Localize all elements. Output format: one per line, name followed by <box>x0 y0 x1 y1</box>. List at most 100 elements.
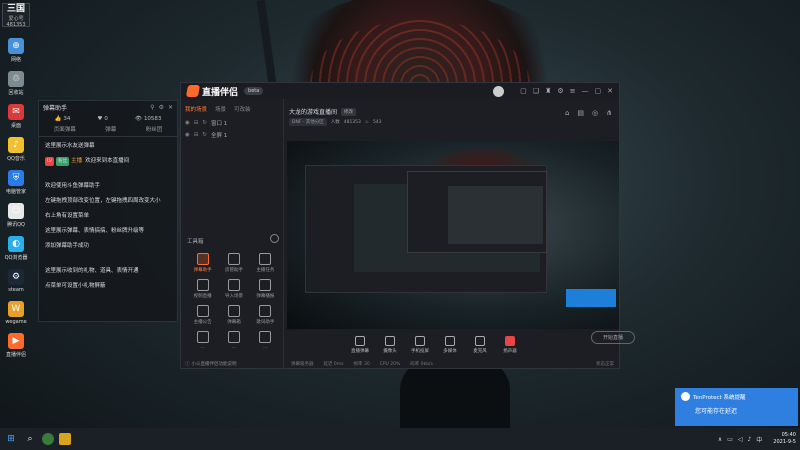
help-link[interactable]: ⓘ 小斗直播伴侣功能说明 <box>185 361 237 367</box>
scene-tab[interactable]: 可改装 <box>234 105 251 113</box>
tool-item[interactable]: … <box>250 331 281 350</box>
chevron-up-icon[interactable]: ∧ <box>718 436 722 443</box>
fan-badge: 粉丝 <box>56 157 70 166</box>
message-text: 左键拖拽顶部改变位置，左键拖拽四周改变大小 <box>45 198 161 204</box>
status-item: 帧率 30 <box>353 362 370 367</box>
edit-room-button[interactable]: 修改 <box>341 107 357 116</box>
start-icon[interactable]: ⊞ <box>4 432 18 446</box>
app-icon[interactable] <box>59 433 71 445</box>
desktop-icon[interactable]: ◐ QQ浏览器 <box>2 236 30 261</box>
clock[interactable]: 05:40 2021-9-5 <box>773 432 796 446</box>
desktop-icon-label: 桌面 <box>10 123 21 129</box>
control-button[interactable]: 扬声器 <box>497 336 523 354</box>
maximize-icon[interactable]: ▢ <box>595 87 602 95</box>
message-text: 欢迎使用斗鱼弹幕助手 <box>45 183 101 189</box>
scene-sidebar: 我的场景 场景 可改装 ◉ ⊟ ↻ 窗口 1 ◉ ⊟ ↻ 全屏 1 工具箱 弹幕助手 房管助手 主播任… <box>181 99 284 369</box>
app-icon[interactable] <box>42 433 54 445</box>
desktop-icon[interactable]: Wwegame <box>2 301 30 325</box>
toolbox-grid: 弹幕助手 房管助手 主播任务 视频直播 导入场景 弹幕播报 主播公告 弹幕箱 歌词助手……… <box>187 253 281 350</box>
lock-icon[interactable]: ⊟ <box>194 120 199 126</box>
volume-icon[interactable]: ◁ <box>738 436 743 443</box>
tool-item[interactable]: 导入场景 <box>218 279 249 299</box>
tool-item[interactable]: 视频直播 <box>187 279 218 299</box>
control-button[interactable]: 多媒体 <box>437 336 463 354</box>
danmu-tab[interactable]: 粉丝团 <box>146 125 163 133</box>
tool-icon <box>227 305 240 317</box>
network-icon[interactable]: ▭ <box>727 436 733 443</box>
desktop-icon-label: 回收站 <box>8 90 24 96</box>
start-live-button[interactable]: 开始直播 <box>591 331 635 344</box>
tool-item[interactable]: 房管助手 <box>218 253 249 273</box>
live-preview[interactable] <box>287 141 619 329</box>
lock-icon[interactable]: ⊟ <box>194 132 199 138</box>
close-icon[interactable]: ✕ <box>168 104 173 111</box>
desktop-icon[interactable]: ✉ 桌面 <box>2 104 30 129</box>
desktop-icon[interactable]: ☺ 腾讯QQ <box>2 203 30 228</box>
scene-tab[interactable]: 我的场景 <box>185 105 207 113</box>
minimize-icon[interactable]: — <box>582 87 589 95</box>
control-button[interactable]: 手机投屏 <box>407 336 433 354</box>
control-button[interactable]: 摄像头 <box>377 336 403 354</box>
control-button[interactable]: 直播弹幕 <box>347 336 373 354</box>
viewers-count: 481353 <box>343 119 361 125</box>
eye-icon[interactable]: ◉ <box>185 120 190 126</box>
danmu-helper-panel[interactable]: 弹幕助手 ⚲ ⚙ ✕ 👍 34 ♥ 0 👁 10583 页面弹幕 弹幕 粉丝团 这里展示水友送弹幕… <box>38 100 178 322</box>
tool-item[interactable]: … <box>218 331 249 350</box>
stat-icon: ♥ <box>97 116 103 122</box>
close-icon[interactable]: ✕ <box>607 87 613 95</box>
danmu-tab[interactable]: 页面弹幕 <box>54 125 76 133</box>
category-chip[interactable]: DNF · 其他分区 <box>289 118 327 126</box>
toolbox-settings-icon[interactable] <box>270 234 279 243</box>
danmu-header[interactable]: 弹幕助手 ⚲ ⚙ ✕ <box>39 101 177 113</box>
danmu-message: 这里展示收到的礼物、道具、表情开通 <box>39 264 177 279</box>
ime-indicator[interactable]: 中 <box>756 435 762 444</box>
shop-icon[interactable]: ▤ <box>577 109 584 117</box>
tool-item[interactable]: 主播任务 <box>250 253 281 273</box>
message-text: 点菜单可设置小礼物屏蔽 <box>45 283 106 289</box>
stat-value: 10583 <box>143 116 162 122</box>
danmu-tab[interactable]: 弹幕 <box>105 125 116 133</box>
eye-icon[interactable]: ◉ <box>185 132 190 138</box>
tool-item[interactable]: … <box>187 331 218 350</box>
settings-icon[interactable]: ⚙ <box>557 87 563 95</box>
tool-item[interactable]: 弹幕播报 <box>250 279 281 299</box>
scene-name: 窗口 1 <box>211 121 228 127</box>
avatar[interactable] <box>493 85 505 97</box>
tool-item[interactable]: 歌词助手 <box>250 305 281 325</box>
menu-icon[interactable]: ≡ <box>570 87 576 95</box>
settings-icon[interactable]: ⚙ <box>159 104 164 111</box>
share-icon[interactable]: ⋔ <box>606 109 612 117</box>
status-item: CPU 20% <box>379 361 401 367</box>
message-icon[interactable]: ▢ <box>520 87 527 95</box>
desktop-icon[interactable]: ♪ QQ音乐 <box>2 137 30 162</box>
microphone-icon[interactable]: ♪ <box>747 436 751 443</box>
desktop-icon[interactable]: ⚙ steam <box>2 269 30 293</box>
tool-item[interactable]: 主播公告 <box>187 305 218 325</box>
app-icon: ◐ <box>8 236 24 252</box>
scene-item[interactable]: ◉ ⊟ ↻ 窗口 1 <box>181 117 283 129</box>
tool-item[interactable]: 弹幕箱 <box>218 305 249 325</box>
control-button[interactable]: 麦克风 <box>467 336 493 354</box>
desktop-icon[interactable]: ⛨ 电脑管家 <box>2 170 30 195</box>
scene-item[interactable]: ◉ ⊟ ↻ 全屏 1 <box>181 129 283 141</box>
level-badge: LV <box>45 157 55 166</box>
shirt-icon[interactable]: ♜ <box>545 87 551 95</box>
scene-tab[interactable]: 场景 <box>215 105 226 113</box>
desktop-icon[interactable]: ♲ 回收站 <box>2 71 30 96</box>
refresh-icon[interactable]: ↻ <box>202 120 207 126</box>
record-icon[interactable]: ◎ <box>592 109 598 117</box>
wallpaper-figure <box>400 360 510 430</box>
desktop-icon[interactable]: ⊕ 网络 <box>2 38 30 63</box>
desktop-icon[interactable]: ▶ 直播伴侣 <box>2 333 30 358</box>
system-notification[interactable]: TenProtect 系统提醒 您可能存在延迟 <box>675 388 798 426</box>
title-bar[interactable]: 直播伴侣 beta ▢ ❏ ♜ ⚙ ≡ — ▢ ✕ <box>181 83 619 99</box>
control-label: 多媒体 <box>443 349 457 354</box>
gift-box-icon[interactable]: ⌂ <box>565 109 569 117</box>
refresh-icon[interactable]: ↻ <box>202 132 207 138</box>
live-companion-window[interactable]: 直播伴侣 beta ▢ ❏ ♜ ⚙ ≡ — ▢ ✕ 我的场景 场景 可改装 ◉ ⊟ ↻ 窗… <box>180 82 635 369</box>
search-icon[interactable]: ⌕ <box>23 432 37 446</box>
pin-icon[interactable]: ⚲ <box>150 104 154 111</box>
tool-item[interactable]: 弹幕助手 <box>187 253 218 273</box>
tool-label: 房管助手 <box>224 268 243 273</box>
gift-icon[interactable]: ❏ <box>533 87 539 95</box>
